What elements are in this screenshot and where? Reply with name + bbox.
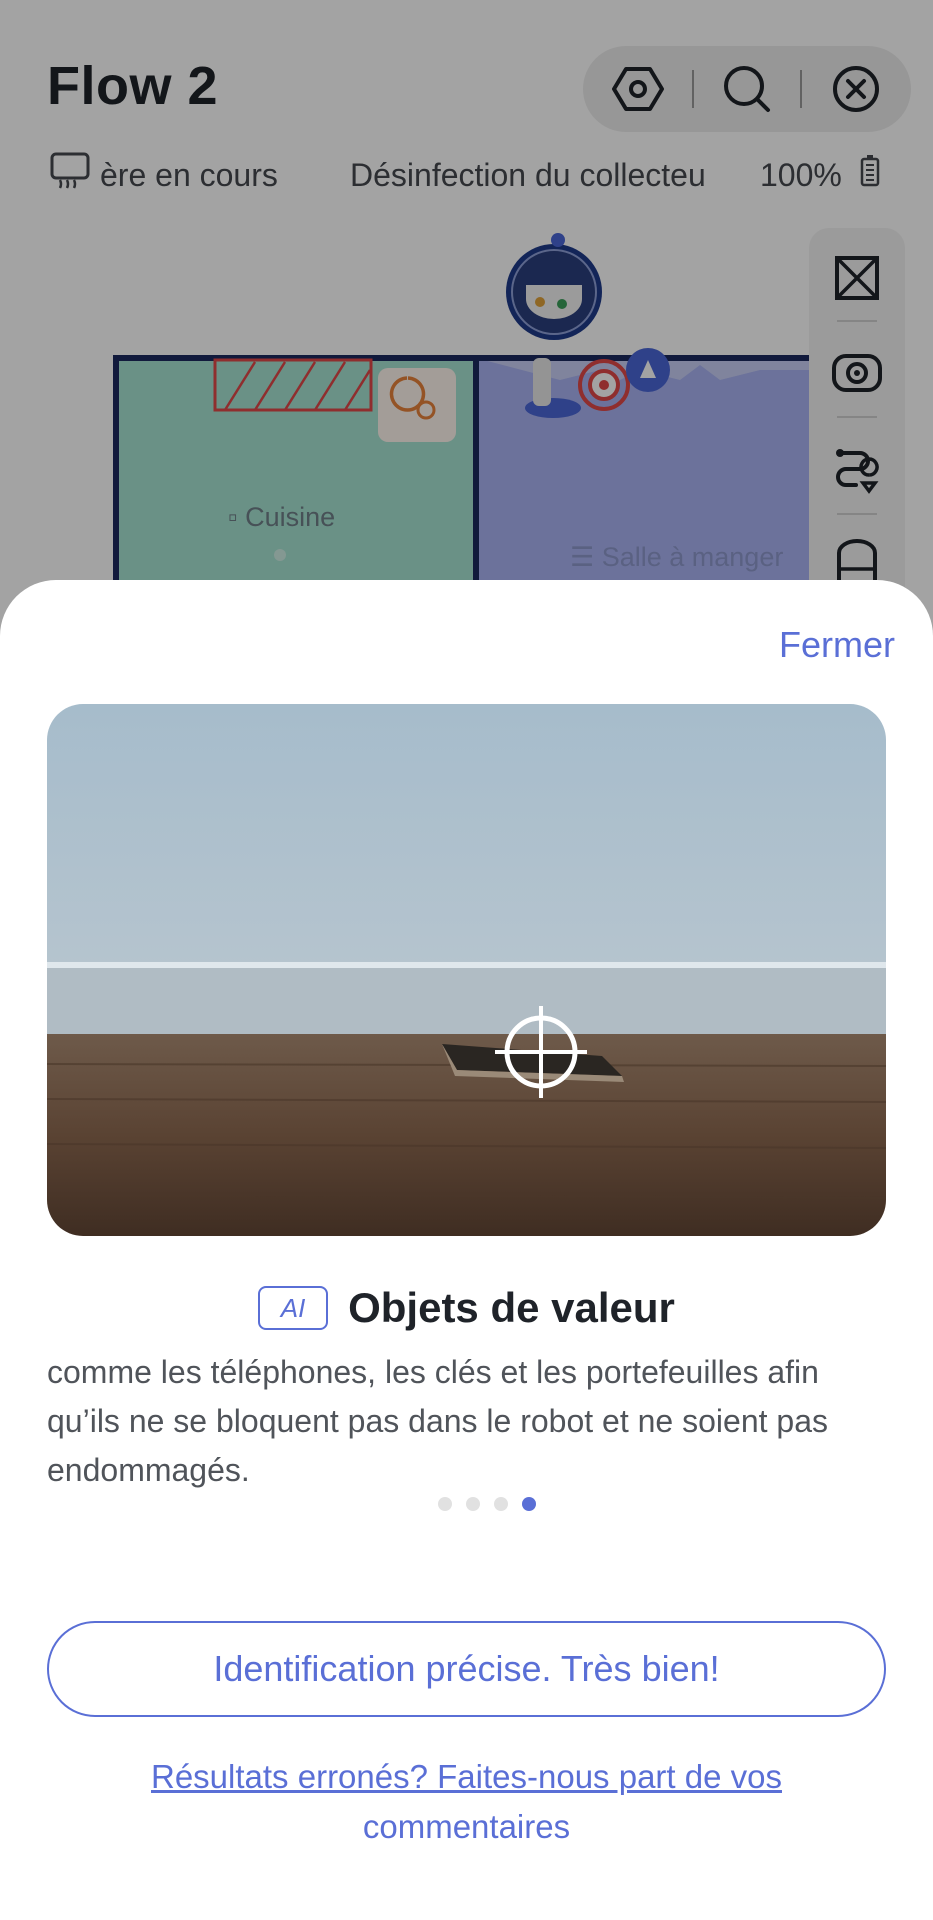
page-dot[interactable] (465, 1497, 480, 1511)
page-indicator (0, 1497, 933, 1513)
object-category-heading: Objets de valeur (348, 1284, 675, 1331)
feedback-link-line2[interactable]: commentaires (80, 1802, 853, 1852)
object-description: comme les téléphones, les clés et les po… (47, 1354, 828, 1488)
info-bottom-sheet: Fermer AI Objets de valeur comme les tél… (0, 580, 933, 1920)
close-sheet-link[interactable]: Fermer (779, 624, 895, 666)
feedback-link-line1[interactable]: Résultats erronés? Faites-nous part de v… (80, 1752, 853, 1802)
page-dot[interactable] (493, 1497, 508, 1511)
detected-object-photo (47, 704, 886, 1236)
page-dot[interactable] (437, 1497, 452, 1511)
feedback-link[interactable]: Résultats erronés? Faites-nous part de v… (80, 1752, 853, 1852)
ai-badge: AI (258, 1286, 329, 1330)
heading-row: AI Objets de valeur (0, 1278, 933, 1338)
confirm-identification-button[interactable]: Identification précise. Très bien! (47, 1621, 886, 1717)
page-dot-active[interactable] (521, 1497, 536, 1511)
